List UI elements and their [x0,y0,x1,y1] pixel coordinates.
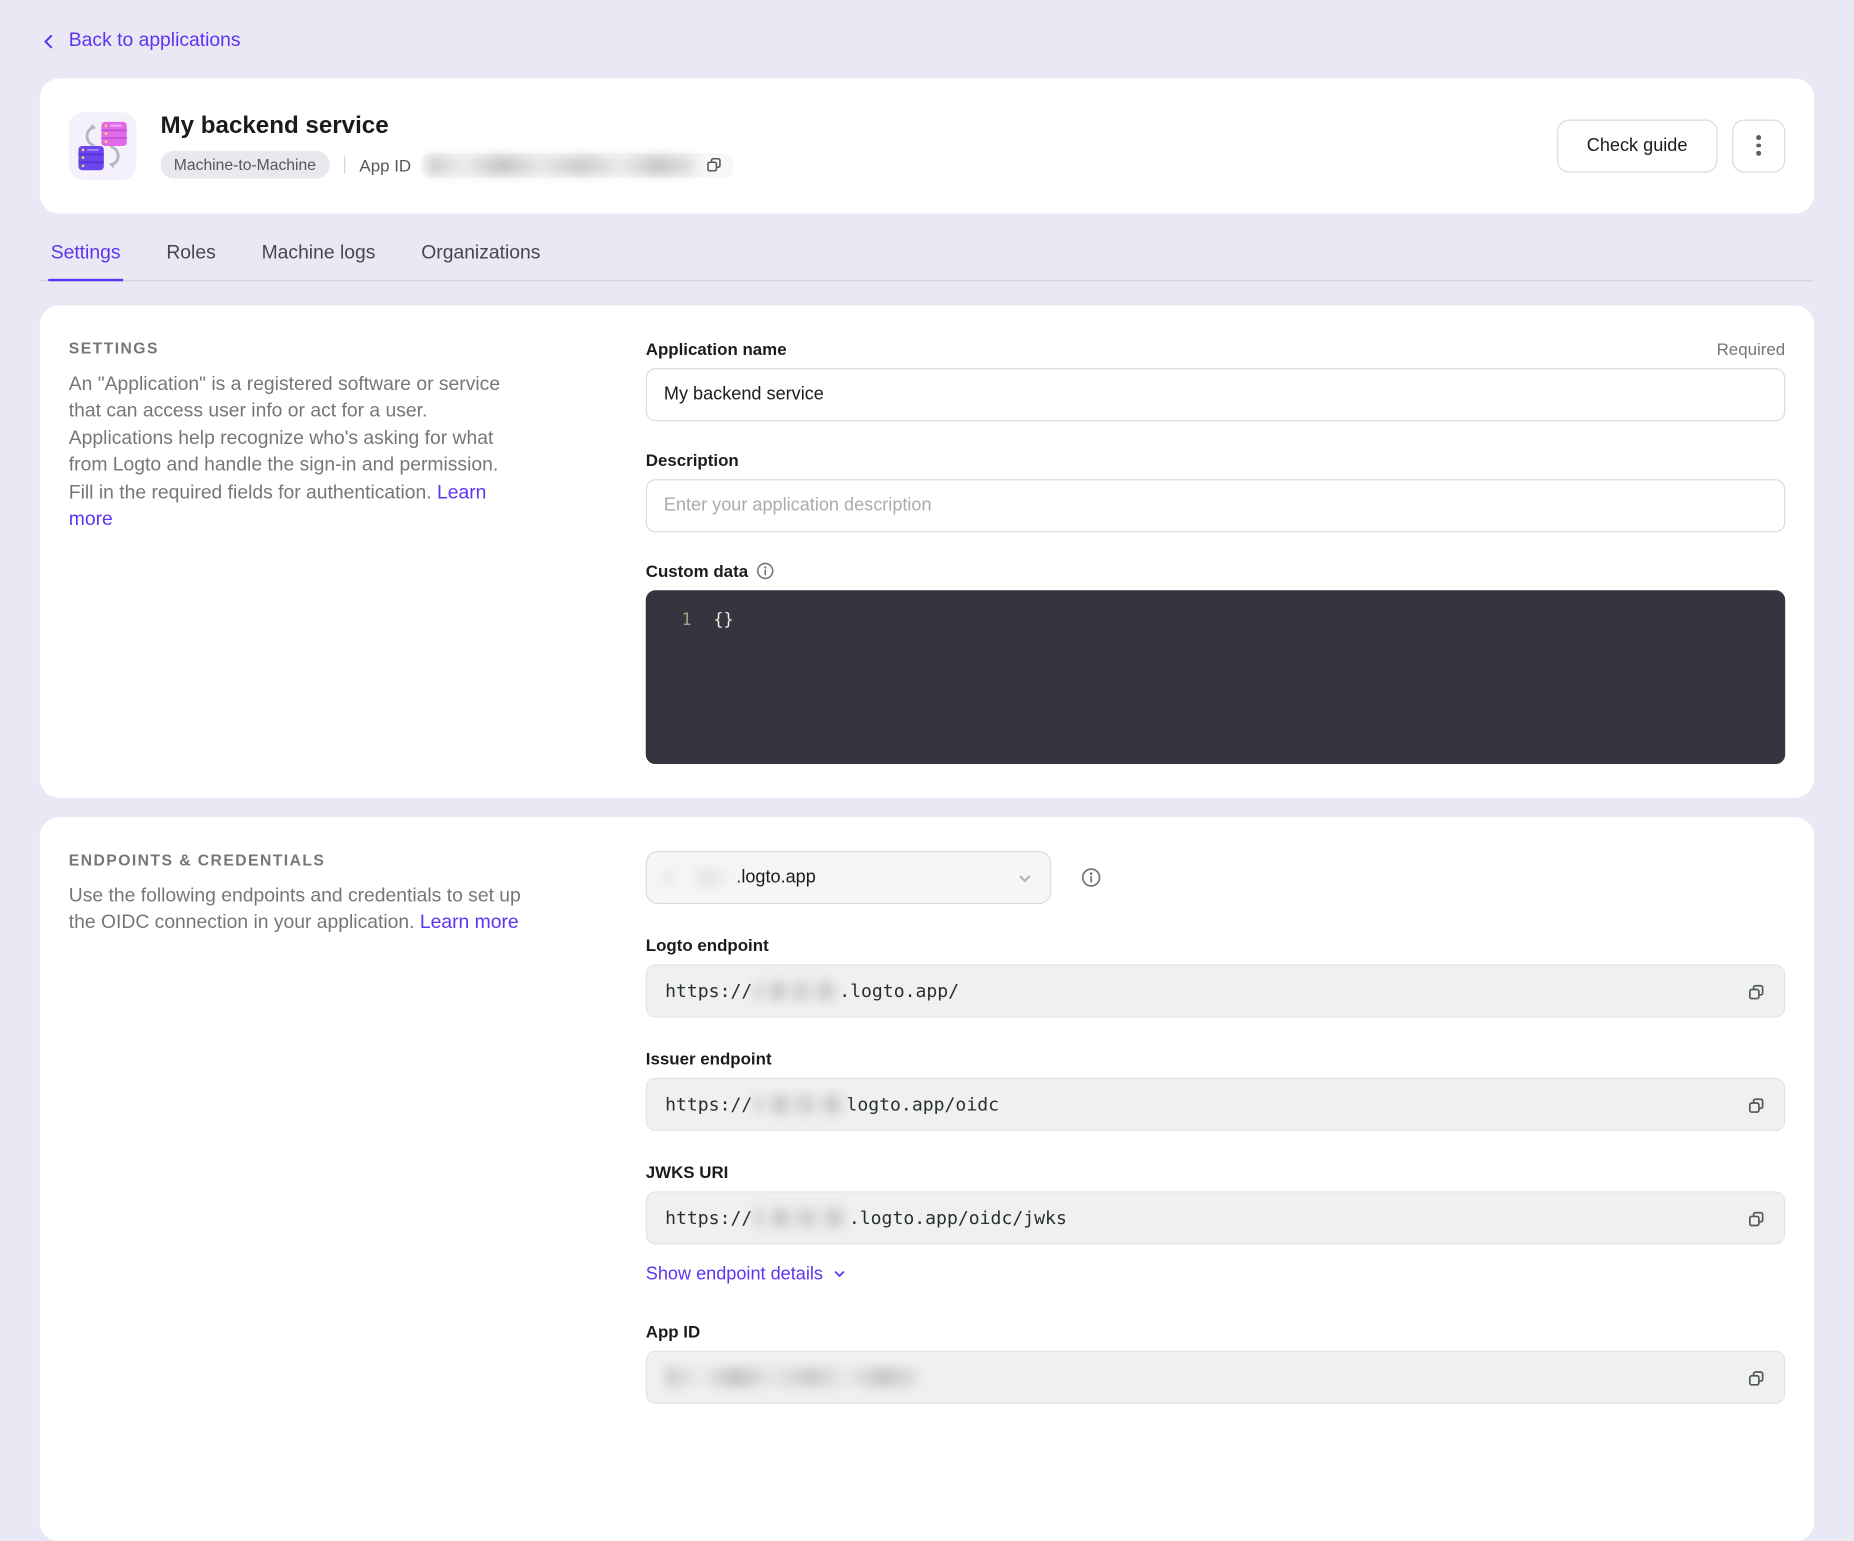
copy-button[interactable] [1736,1198,1777,1239]
logto-endpoint-field: https:// .logto.app/ [646,964,1785,1017]
settings-heading: SETTINGS [69,339,528,357]
custom-data-label-row: Custom data [646,561,1785,580]
back-link-label: Back to applications [69,30,241,52]
description-input[interactable] [646,479,1785,532]
custom-data-label: Custom data [646,561,775,580]
description-label-row: Description [646,450,1785,469]
jwks-uri-prefix: https:// [665,1206,752,1228]
tab-bar: Settings Roles Machine logs Organization… [40,232,1814,280]
kebab-dot [1757,135,1761,139]
jwks-uri-group: JWKS URI https:// .logto.app/oidc/jwks [646,1162,1785,1244]
issuer-endpoint-prefix: https:// [665,1093,752,1115]
copy-button[interactable] [1736,1085,1777,1126]
redacted-tenant-id [755,1208,847,1227]
tab-machine-logs[interactable]: Machine logs [259,232,378,280]
line-number: 1 [646,608,692,632]
logto-endpoint-suffix: .logto.app/ [839,980,959,1002]
application-name-group: Application name Required [646,339,1785,421]
jwks-uri-label: JWKS URI [646,1162,729,1181]
endpoints-card: ENDPOINTS & CREDENTIALS Use the followin… [40,817,1814,1541]
logto-endpoint-group: Logto endpoint https:// .logto.app/ [646,935,1785,1017]
domain-row: .logto.app [646,850,1785,903]
machine-to-machine-app-icon [69,112,137,180]
app-id-label-row: App ID [646,1321,1785,1340]
kebab-dot [1757,151,1761,155]
settings-intro: SETTINGS An "Application" is a registere… [69,339,528,764]
application-name-label: Application name [646,339,787,358]
app-id-group: App ID [646,1321,1785,1403]
show-endpoint-details-link[interactable]: Show endpoint details [646,1263,847,1284]
copy-button[interactable] [1736,1357,1777,1398]
app-id-value-pill [422,153,732,177]
issuer-endpoint-field: https:// logto.app/oidc [646,1077,1785,1130]
redacted-tenant-id [664,868,734,885]
settings-description: An "Application" is a registered softwar… [69,371,528,534]
endpoints-intro: ENDPOINTS & CREDENTIALS Use the followin… [69,850,528,1507]
application-header-card: My backend service Machine-to-Machine Ap… [40,78,1814,213]
copy-icon[interactable] [704,156,722,174]
settings-form: Application name Required Description Cu… [646,339,1785,764]
custom-data-group: Custom data 1 {} [646,561,1785,764]
more-actions-button[interactable] [1732,119,1785,172]
jwks-uri-suffix: .logto.app/oidc/jwks [849,1206,1067,1228]
redacted-app-id-value [665,1367,918,1386]
tab-settings[interactable]: Settings [48,232,123,280]
code-content: {} [713,608,733,632]
application-title: My backend service [161,112,733,140]
description-group: Description [646,450,1785,532]
chevron-down-icon [1015,868,1034,887]
copy-button[interactable] [1736,971,1777,1012]
required-tag: Required [1717,339,1786,358]
application-type-badge: Machine-to-Machine [161,151,330,179]
app-id-field-label: App ID [646,1321,700,1340]
custom-domain-select[interactable]: .logto.app [646,850,1052,903]
jwks-uri-label-row: JWKS URI [646,1162,1785,1181]
issuer-endpoint-label: Issuer endpoint [646,1048,772,1067]
custom-data-code-editor[interactable]: 1 {} [646,590,1785,764]
issuer-endpoint-label-row: Issuer endpoint [646,1048,1785,1067]
jwks-uri-field: https:// .logto.app/oidc/jwks [646,1191,1785,1244]
endpoints-form: .logto.app Logto endpoint https:// .logt… [646,850,1785,1507]
kebab-dot [1757,143,1761,147]
info-icon[interactable] [1080,866,1102,888]
description-label: Description [646,450,739,469]
issuer-endpoint-suffix: logto.app/oidc [846,1093,999,1115]
app-id-field [646,1350,1785,1403]
application-summary: My backend service Machine-to-Machine Ap… [161,112,733,178]
show-endpoint-details-label: Show endpoint details [646,1263,823,1284]
endpoints-heading: ENDPOINTS & CREDENTIALS [69,850,528,868]
header-actions: Check guide [1557,119,1786,172]
chevron-left-icon [40,32,58,50]
settings-card: SETTINGS An "Application" is a registere… [40,305,1814,797]
page: Back to applications [0,0,1854,1406]
settings-description-text: An "Application" is a registered softwar… [69,374,500,503]
tab-organizations[interactable]: Organizations [419,232,543,280]
redacted-app-id-value [427,155,695,174]
redacted-tenant-id [755,1094,844,1113]
issuer-endpoint-group: Issuer endpoint https:// logto.app/oidc [646,1048,1785,1130]
app-id-label: App ID [359,155,411,174]
check-guide-button[interactable]: Check guide [1557,119,1718,172]
meta-divider [344,156,345,174]
domain-suffix: .logto.app [736,867,816,888]
code-line: 1 {} [646,608,1785,632]
endpoints-description: Use the following endpoints and credenti… [69,883,528,937]
application-name-input[interactable] [646,368,1785,421]
logto-endpoint-prefix: https:// [665,980,752,1002]
chevron-down-icon [831,1266,847,1282]
custom-data-label-text: Custom data [646,561,748,580]
application-name-label-row: Application name Required [646,339,1785,358]
redacted-tenant-id [755,981,837,1000]
logto-endpoint-label-row: Logto endpoint [646,935,1785,954]
logto-endpoint-label: Logto endpoint [646,935,769,954]
endpoints-learn-more-link[interactable]: Learn more [420,913,519,934]
tab-roles[interactable]: Roles [164,232,218,280]
application-meta-row: Machine-to-Machine App ID [161,151,733,179]
back-to-applications-link[interactable]: Back to applications [40,0,241,52]
info-icon[interactable] [755,561,774,580]
